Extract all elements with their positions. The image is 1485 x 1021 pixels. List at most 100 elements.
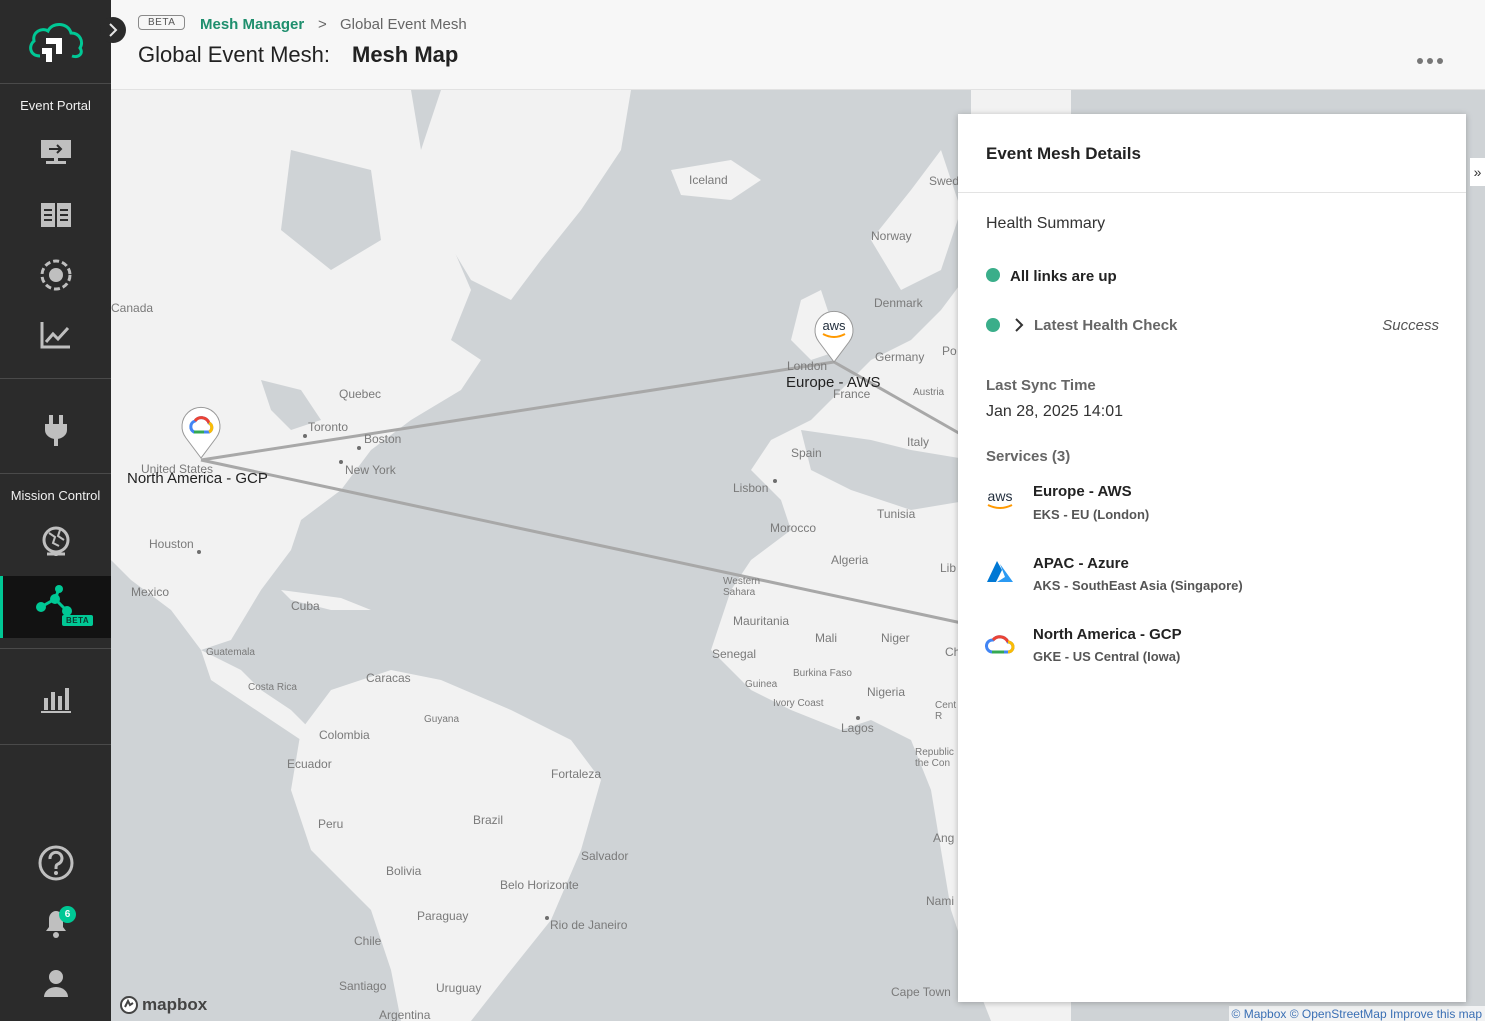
place-label: Rio de Janeiro — [550, 918, 628, 932]
bar-chart-icon — [40, 688, 71, 713]
city-dot — [197, 550, 201, 554]
place-label: Quebec — [339, 387, 382, 401]
gcp-icon — [984, 630, 1016, 658]
more-options-button[interactable] — [1413, 48, 1447, 74]
place-label: Morocco — [770, 521, 817, 535]
help-nav[interactable] — [0, 838, 111, 888]
gcp-marker-label: North America - GCP — [127, 470, 268, 487]
mesh-nav-icon-wrap — [0, 580, 111, 630]
aws-marker-label: Europe - AWS — [786, 374, 881, 391]
breadcrumb-separator: > — [318, 16, 327, 33]
place-label: Fortaleza — [551, 767, 602, 781]
place-label: Norway — [871, 229, 912, 243]
place-label: Argentina — [379, 1008, 431, 1021]
sidebar-collapse-button[interactable] — [100, 17, 126, 43]
place-label: Bolivia — [386, 864, 422, 878]
place-label: Mexico — [131, 585, 170, 599]
service-detail: GKE - US Central (Iowa) — [1033, 649, 1181, 664]
aws-icon: aws — [822, 318, 846, 333]
insights-nav[interactable] — [0, 310, 111, 360]
page-title-prefix: Global Event Mesh: — [138, 42, 330, 67]
svg-text:aws: aws — [988, 488, 1013, 504]
gcp-map-marker[interactable] — [180, 404, 222, 460]
plug-icon — [44, 415, 67, 446]
place-label: Canada — [111, 301, 154, 315]
city-dot — [773, 479, 777, 483]
place-label: Guinea — [745, 679, 778, 690]
beta-pill: BETA — [138, 15, 186, 30]
notifications-nav[interactable] — [0, 898, 111, 948]
designer-nav[interactable] — [0, 128, 111, 178]
dot-icon — [1417, 58, 1423, 64]
place-label: Italy — [907, 435, 930, 449]
globe-nav[interactable] — [0, 518, 111, 568]
place-label: Brazil — [473, 813, 504, 827]
place-label: Toronto — [308, 420, 349, 434]
place-label: Lagos — [841, 721, 874, 735]
insights-icon — [40, 322, 70, 349]
place-label: New York — [345, 463, 396, 477]
runtime-icon — [40, 259, 71, 291]
catalog-icon — [40, 203, 71, 227]
place-label: Ivory Coast — [773, 698, 824, 709]
place-label: Po — [942, 344, 957, 358]
place-label: Spain — [791, 446, 822, 460]
place-label: Cuba — [291, 599, 320, 613]
breadcrumb-mesh-manager[interactable]: Mesh Manager — [200, 16, 304, 33]
place-label: Nigeria — [867, 685, 906, 699]
place-label: Peru — [318, 817, 344, 831]
latest-health-check-toggle[interactable]: Latest Health Check — [1034, 317, 1177, 334]
chevron-right-icon[interactable] — [1014, 317, 1024, 333]
place-label: Swed — [929, 174, 960, 188]
place-label: Ecuador — [287, 757, 332, 771]
place-label: Uruguay — [436, 981, 482, 995]
beta-tag: BETA — [62, 615, 94, 626]
place-label: Austria — [913, 387, 945, 398]
page-title: Mesh Map — [352, 42, 459, 67]
service-name[interactable]: APAC - Azure — [1033, 555, 1129, 572]
last-sync-label: Last Sync Time — [986, 377, 1096, 394]
logo[interactable] — [0, 0, 111, 84]
status-dot-icon — [986, 268, 1000, 282]
event-portal-label: Event Portal — [20, 98, 91, 113]
city-dot — [357, 446, 361, 450]
place-label: Germany — [875, 350, 925, 364]
catalog-nav[interactable] — [0, 190, 111, 240]
analytics-nav[interactable] — [0, 675, 111, 725]
status-dot-icon — [986, 318, 1000, 332]
city-dot — [545, 916, 549, 920]
sidebar: Event Portal Mission Control BETA 6 — [0, 0, 111, 1021]
place-label: Denmark — [874, 296, 923, 310]
place-label: Guatemala — [206, 647, 255, 658]
service-name[interactable]: North America - GCP — [1033, 626, 1182, 643]
mapbox-icon — [120, 996, 138, 1014]
service-detail: EKS - EU (London) — [1033, 507, 1150, 522]
place-label: Burkina Faso — [793, 668, 852, 679]
place-label: Cape Town — [891, 985, 951, 999]
service-name[interactable]: Europe - AWS — [1033, 483, 1132, 500]
panel-title: Event Mesh Details — [986, 144, 1141, 163]
notification-badge: 6 — [59, 906, 76, 923]
runtime-nav[interactable] — [0, 250, 111, 300]
aws-map-marker[interactable]: aws — [813, 308, 855, 364]
user-icon — [43, 970, 68, 997]
cloud-logo-icon — [28, 22, 83, 62]
place-label: Republic the Con — [915, 747, 954, 769]
place-label: Tunisia — [877, 507, 916, 521]
mapbox-logo[interactable]: mapbox — [119, 995, 207, 1015]
user-nav[interactable] — [0, 958, 111, 1008]
place-label: Lisbon — [733, 481, 769, 495]
place-label: Niger — [881, 631, 910, 645]
mapbox-label: mapbox — [142, 995, 208, 1014]
plug-nav[interactable] — [0, 405, 111, 455]
place-label: Caracas — [366, 671, 411, 685]
designer-icon — [40, 140, 71, 164]
panel-expand-button[interactable]: » — [1470, 158, 1485, 186]
health-check-result: Success — [1382, 317, 1439, 334]
place-label: Mali — [815, 631, 838, 645]
map-attribution[interactable]: © Mapbox © OpenStreetMap Improve this ma… — [1228, 1006, 1485, 1021]
event-mesh-details-panel: Event Mesh Details Health Summary All li… — [958, 114, 1466, 1002]
place-label: Chile — [354, 934, 382, 948]
place-label: Nami — [926, 894, 955, 908]
place-label: Mauritania — [733, 614, 790, 628]
